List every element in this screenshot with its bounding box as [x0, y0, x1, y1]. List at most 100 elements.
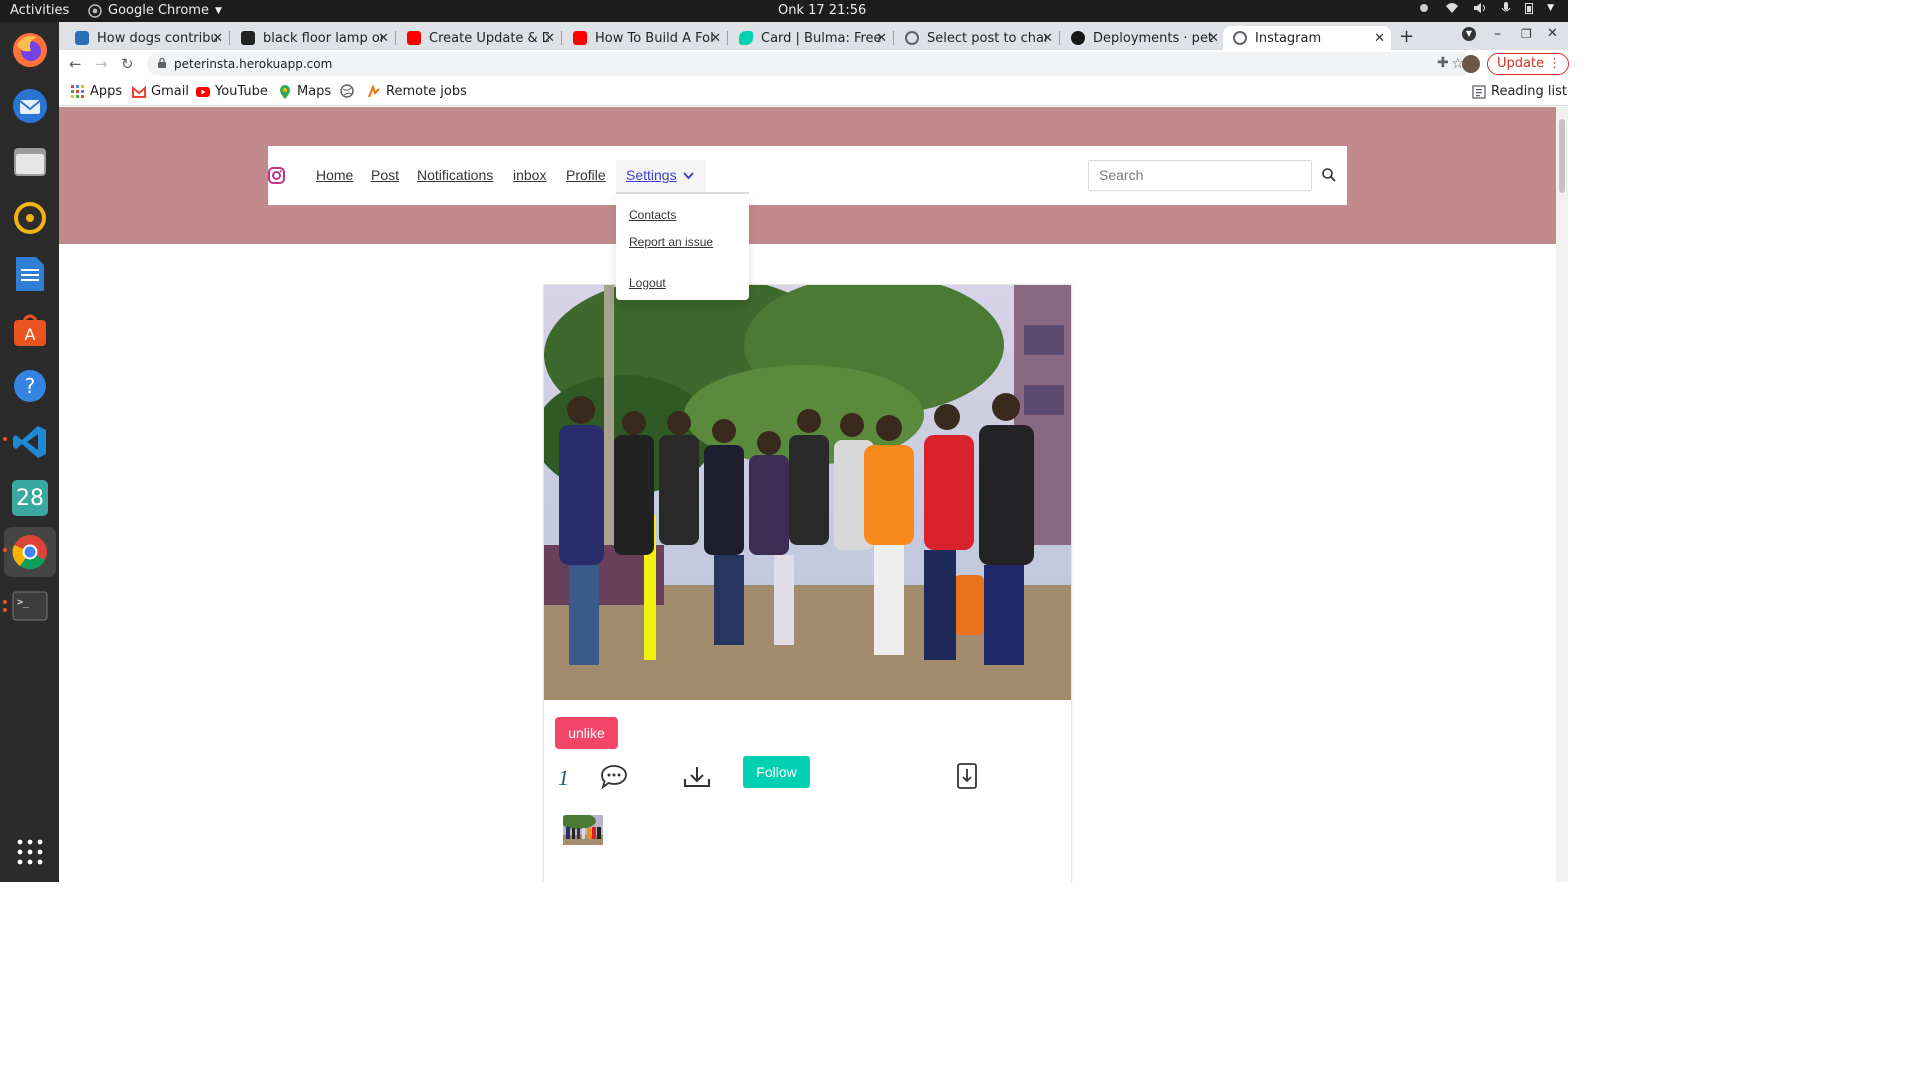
nav-link-post[interactable]: Post	[371, 167, 399, 183]
nav-link-inbox[interactable]: inbox	[513, 167, 546, 183]
search-input[interactable]: Search	[1088, 160, 1312, 191]
firefox-icon	[13, 33, 47, 67]
remote-jobs-icon	[368, 84, 380, 97]
browser-tab[interactable]: Select post to chang ✕	[895, 26, 1060, 50]
address-bar[interactable]: peterinsta.herokuapp.com ☆	[147, 52, 1472, 76]
close-tab-icon[interactable]: ✕	[1208, 31, 1219, 46]
app-grid-icon	[17, 839, 43, 865]
browser-tab[interactable]: How To Build A Follo ✕	[563, 26, 728, 50]
instagram-logo-icon[interactable]	[268, 167, 285, 184]
thunderbird-launcher[interactable]	[10, 86, 50, 126]
search-icon[interactable]	[1322, 168, 1336, 182]
activities-button[interactable]: Activities	[10, 3, 69, 18]
nav-link-profile[interactable]: Profile	[566, 167, 606, 183]
lock-icon	[158, 58, 166, 68]
system-tray[interactable]: ▼	[1417, 2, 1554, 14]
close-tab-icon[interactable]: ✕	[378, 31, 389, 46]
tab-favicon-icon	[75, 31, 89, 45]
bookmark-gmail[interactable]: Gmail	[132, 84, 189, 99]
new-tab-icon[interactable]: +	[1399, 26, 1414, 47]
rhythmbox-launcher[interactable]	[10, 198, 50, 238]
update-label: Update	[1497, 56, 1545, 71]
close-tab-icon[interactable]: ✕	[212, 31, 223, 46]
dropdown-item-report-issue[interactable]: Report an issue	[629, 235, 713, 249]
maps-icon	[280, 84, 290, 99]
browser-tab-active[interactable]: Instagram ✕	[1223, 26, 1391, 50]
tab-search-icon[interactable]: ▼	[1462, 27, 1476, 41]
browser-tab[interactable]: Deployments · peter ✕	[1061, 26, 1225, 50]
bookmark-youtube[interactable]: YouTube	[196, 84, 268, 99]
app-menu[interactable]: Google Chrome ▼	[88, 3, 222, 18]
tab-title: How To Build A Follo	[595, 30, 715, 46]
close-tab-icon[interactable]: ✕	[876, 31, 887, 46]
profile-avatar[interactable]	[1462, 55, 1480, 73]
tab-favicon-icon	[241, 31, 255, 45]
chevron-down-icon	[683, 172, 694, 180]
browser-toolbar: ← → ↻ peterinsta.herokuapp.com ☆ ✚ Updat…	[59, 50, 1570, 78]
download-icon[interactable]	[683, 765, 711, 789]
unlike-button[interactable]: unlike	[555, 717, 618, 749]
calendar-icon: 28	[12, 480, 48, 516]
globe-icon	[340, 84, 354, 98]
firefox-launcher[interactable]	[10, 30, 50, 70]
close-tab-icon[interactable]: ✕	[544, 31, 555, 46]
help-launcher[interactable]: ?	[10, 366, 50, 406]
chrome-launcher[interactable]	[4, 527, 56, 577]
settings-dropdown-trigger[interactable]: Settings	[616, 160, 706, 192]
close-tab-icon[interactable]: ✕	[710, 31, 721, 46]
show-applications-button[interactable]	[10, 832, 50, 872]
system-top-bar: Activities Google Chrome ▼ Onk 17 21:56 …	[0, 0, 1568, 22]
chevron-down-icon: ▼	[214, 5, 222, 16]
extensions-puzzle-icon[interactable]: ✚	[1437, 55, 1449, 71]
dropdown-item-logout[interactable]: Logout	[629, 276, 666, 290]
microphone-icon	[1501, 2, 1511, 12]
running-indicator	[3, 600, 7, 604]
bookmark-apps[interactable]: Apps	[71, 84, 122, 99]
follow-button[interactable]: Follow	[743, 756, 810, 788]
clock[interactable]: Onk 17 21:56	[778, 3, 866, 18]
scrollbar-thumb[interactable]	[1559, 119, 1565, 193]
reading-list-button[interactable]: Reading list	[1472, 84, 1567, 99]
chrome-app-icon	[88, 3, 102, 18]
save-download-icon[interactable]	[957, 763, 977, 789]
bookmark-remote-jobs[interactable]: Remote jobs	[367, 84, 467, 99]
close-tab-icon[interactable]: ✕	[1374, 31, 1385, 46]
bookmark-maps[interactable]: Maps	[278, 84, 331, 99]
back-arrow-icon[interactable]: ←	[69, 55, 82, 73]
calendar-launcher[interactable]: 28	[10, 478, 50, 518]
nav-link-notifications[interactable]: Notifications	[417, 167, 493, 183]
terminal-launcher[interactable]: >_	[10, 586, 50, 626]
restore-icon[interactable]: ❐	[1521, 27, 1532, 41]
github-favicon-icon	[1071, 31, 1085, 45]
update-button[interactable]: Update ⋮	[1487, 53, 1570, 75]
writer-launcher[interactable]	[10, 254, 50, 294]
close-window-icon[interactable]: ✕	[1547, 26, 1558, 41]
help-icon: ?	[14, 370, 46, 402]
vscode-launcher[interactable]	[10, 422, 50, 462]
page-scrollbar[interactable]	[1556, 107, 1568, 882]
software-launcher[interactable]: A	[10, 310, 50, 350]
libreoffice-writer-icon	[16, 257, 44, 291]
post-thumbnail[interactable]	[563, 815, 603, 845]
close-tab-icon[interactable]: ✕	[1042, 31, 1053, 46]
bookmark-globe[interactable]	[340, 84, 354, 98]
minimize-icon[interactable]: –	[1494, 26, 1501, 42]
forward-arrow-icon[interactable]: →	[95, 55, 108, 73]
files-launcher[interactable]	[10, 142, 50, 182]
dropdown-item-contacts[interactable]: Contacts	[629, 208, 676, 222]
browser-tab[interactable]: How dogs contribut ✕	[65, 26, 230, 50]
tab-title: Select post to chang	[927, 30, 1047, 46]
reload-icon[interactable]: ↻	[121, 55, 134, 73]
browser-tab[interactable]: black floor lamp on ✕	[231, 26, 396, 50]
globe-favicon-icon	[1233, 31, 1247, 45]
tab-title: Deployments · peter	[1093, 30, 1213, 46]
dock: A ? 28 >_	[0, 22, 59, 882]
tab-title: Instagram	[1255, 30, 1322, 46]
tab-title: Create Update & De	[429, 30, 549, 46]
comment-icon[interactable]	[600, 764, 628, 790]
bookmark-label: YouTube	[215, 84, 268, 99]
post-image[interactable]	[544, 285, 1071, 700]
nav-link-home[interactable]: Home	[316, 167, 353, 183]
browser-tab[interactable]: Card | Bulma: Free, o ✕	[729, 26, 894, 50]
browser-tab[interactable]: Create Update & De ✕	[397, 26, 562, 50]
